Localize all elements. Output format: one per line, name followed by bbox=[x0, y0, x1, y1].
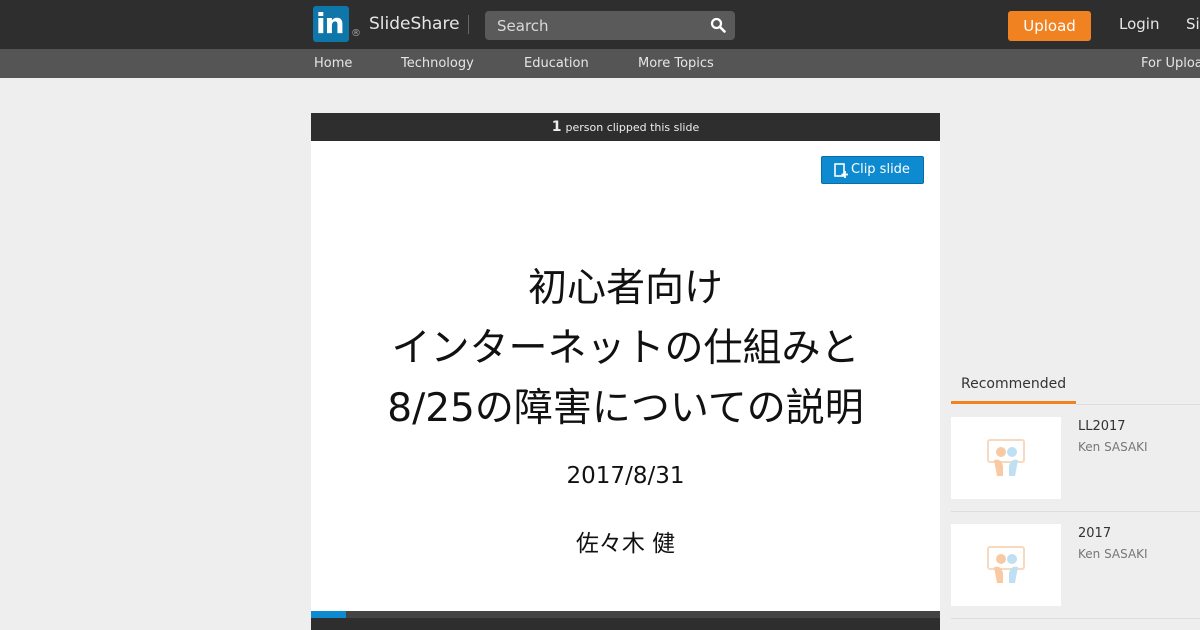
linkedin-logo-text: in bbox=[316, 7, 345, 40]
tab-divider bbox=[1076, 404, 1200, 405]
slide-title-line: インターネットの仕組みと bbox=[391, 326, 860, 371]
list-divider bbox=[951, 618, 1200, 619]
clip-slide-button[interactable]: Clip slide bbox=[821, 156, 924, 184]
tab-recommended[interactable]: Recommended bbox=[951, 376, 1076, 404]
slide-title-line: 初心者向け bbox=[527, 266, 723, 311]
top-bar: in ® SlideShare Upload Login Signup bbox=[0, 0, 1200, 49]
search-box[interactable] bbox=[485, 11, 735, 40]
login-link[interactable]: Login bbox=[1119, 15, 1159, 33]
slideshare-placeholder-icon bbox=[987, 546, 1025, 583]
brand-name[interactable]: SlideShare bbox=[369, 13, 460, 35]
nav-item-education[interactable]: Education bbox=[524, 56, 589, 71]
recommended-title[interactable]: LL2017 bbox=[1078, 419, 1126, 434]
player-controls bbox=[311, 618, 940, 630]
search-input[interactable] bbox=[485, 11, 705, 40]
upload-button[interactable]: Upload bbox=[1008, 11, 1091, 41]
recommended-thumbnail[interactable] bbox=[951, 524, 1061, 606]
nav-item-more-topics[interactable]: More Topics bbox=[638, 56, 714, 71]
nav-item-for-uploaders[interactable]: For Uploaders bbox=[1141, 56, 1200, 71]
slide-viewer[interactable]: Clip slide 初心者向け インターネットの仕組みと 8/25の障害につい… bbox=[311, 141, 940, 611]
category-nav: Home Technology Education More Topics Fo… bbox=[0, 49, 1200, 78]
recommended-item[interactable]: LL2017 Ken SASAKI bbox=[951, 417, 1200, 523]
clip-count-bar: 1 person clipped this slide bbox=[311, 113, 940, 141]
clip-icon bbox=[834, 163, 848, 178]
slide-title: 初心者向け インターネットの仕組みと 8/25の障害についての説明 bbox=[311, 259, 940, 439]
recommended-author[interactable]: Ken SASAKI bbox=[1078, 440, 1148, 454]
list-divider bbox=[951, 511, 1200, 512]
clip-slide-label: Clip slide bbox=[851, 162, 910, 177]
slide-progress-bar[interactable] bbox=[311, 611, 940, 618]
nav-item-home[interactable]: Home bbox=[314, 56, 352, 71]
recommended-item[interactable]: 2017 Ken SASAKI bbox=[951, 524, 1200, 630]
recommended-author[interactable]: Ken SASAKI bbox=[1078, 547, 1148, 561]
slide-progress-fill bbox=[311, 611, 346, 618]
clip-count: 1 bbox=[551, 119, 562, 135]
clip-count-text: person clipped this slide bbox=[565, 121, 700, 134]
slideshare-placeholder-icon bbox=[987, 439, 1025, 476]
slide-author: 佐々木 健 bbox=[575, 531, 676, 557]
slide-title-line: 8/25の障害についての説明 bbox=[387, 386, 864, 431]
recommended-title[interactable]: 2017 bbox=[1078, 526, 1111, 541]
brand-divider bbox=[468, 15, 469, 34]
search-icon[interactable] bbox=[710, 17, 726, 33]
linkedin-logo[interactable]: in bbox=[313, 6, 349, 42]
nav-item-technology[interactable]: Technology bbox=[401, 56, 474, 71]
slide-date: 2017/8/31 bbox=[566, 463, 685, 489]
signup-link[interactable]: Signup bbox=[1186, 15, 1200, 33]
recommended-thumbnail[interactable] bbox=[951, 417, 1061, 499]
registered-mark: ® bbox=[351, 28, 361, 39]
